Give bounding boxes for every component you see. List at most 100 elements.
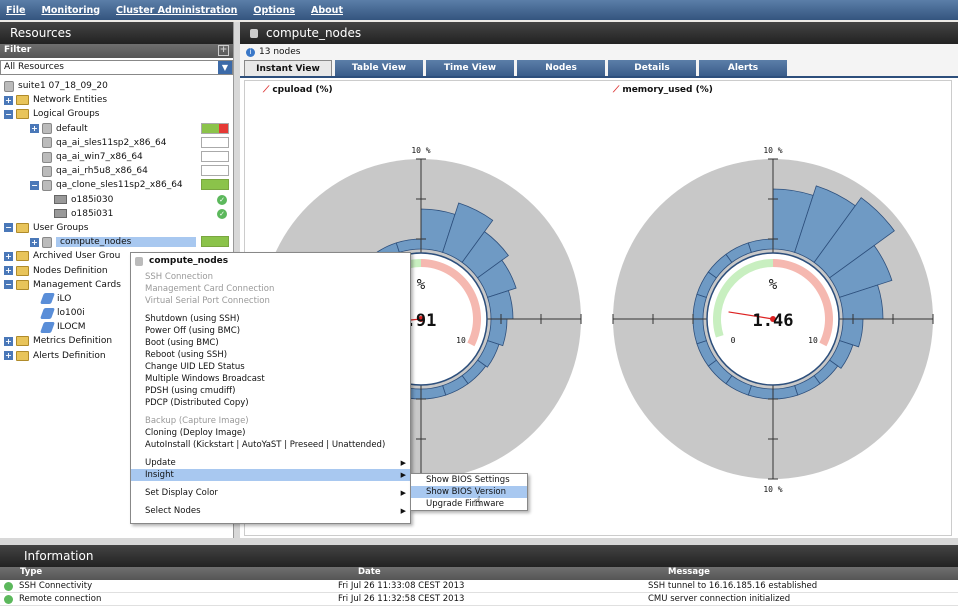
menu-item-upgrade-firmware[interactable]: Upgrade Firmware xyxy=(411,498,527,510)
expand-icon[interactable]: + xyxy=(30,124,39,134)
group-icon xyxy=(42,151,52,163)
tree-item-group[interactable]: qa_ai_win7_x86_64 xyxy=(0,150,233,164)
status-bar xyxy=(201,136,229,148)
folder-icon xyxy=(16,109,29,120)
tab-table-view[interactable]: Table View xyxy=(335,60,423,76)
menu-item-insight[interactable]: Insight ▶ xyxy=(131,469,410,481)
expand-icon[interactable]: + xyxy=(4,95,13,105)
tab-time-view[interactable]: Time View xyxy=(426,60,514,76)
menu-item-power-off[interactable]: Power Off (using BMC) xyxy=(131,325,410,337)
collapse-icon[interactable]: − xyxy=(4,280,13,290)
context-menu-header: compute_nodes xyxy=(131,253,410,271)
folder-icon xyxy=(16,265,29,276)
menu-item-backup: Backup (Capture Image) xyxy=(145,416,249,426)
tree-item-suite[interactable]: suite1 07_18_09_20 xyxy=(0,79,233,93)
tree-item-default[interactable]: + default xyxy=(0,122,233,136)
main-title: compute_nodes xyxy=(266,26,362,40)
column-type[interactable]: Type xyxy=(0,567,338,580)
menu-monitoring[interactable]: Monitoring xyxy=(41,5,100,16)
menu-item-cloning[interactable]: Cloning (Deploy Image) xyxy=(131,427,410,439)
group-icon xyxy=(42,236,52,248)
tab-instant-view[interactable]: Instant View xyxy=(244,60,332,76)
tree-item-group[interactable]: qa_ai_sles11sp2_x86_64 xyxy=(0,136,233,150)
group-icon xyxy=(42,123,52,135)
menu-item-pdcp[interactable]: PDCP (Distributed Copy) xyxy=(131,397,410,409)
menu-item-show-bios-version[interactable]: Show BIOS Version xyxy=(411,486,527,498)
menu-item-ssh-connection: SSH Connection xyxy=(145,272,213,282)
tree-item-compute-nodes[interactable]: + compute_nodes xyxy=(0,235,233,249)
column-date[interactable]: Date xyxy=(338,567,648,580)
group-icon xyxy=(135,256,143,266)
menu-item-virtual-serial-port: Virtual Serial Port Connection xyxy=(145,296,270,306)
menu-bar: File Monitoring Cluster Administration O… xyxy=(0,0,958,20)
menu-item-uid-led[interactable]: Change UID LED Status xyxy=(131,361,410,373)
collapse-icon[interactable]: − xyxy=(4,109,13,119)
tab-details[interactable]: Details xyxy=(608,60,696,76)
menu-item-boot[interactable]: Boot (using BMC) xyxy=(131,337,410,349)
node-count: 13 nodes xyxy=(259,47,301,57)
tree-item-user-groups[interactable]: − User Groups xyxy=(0,221,233,235)
tree-item-group[interactable]: qa_ai_rh5u8_x86_64 xyxy=(0,164,233,178)
information-panel: Information Type Date Message SSH Connec… xyxy=(0,545,958,613)
tree-item-network-entities[interactable]: + Network Entities xyxy=(0,93,233,107)
check-icon: ✓ xyxy=(217,208,227,219)
table-row[interactable]: Remote connection Fri Jul 26 11:32:58 CE… xyxy=(0,593,958,606)
check-icon xyxy=(4,581,13,591)
insight-submenu: Show BIOS Settings Show BIOS Version Upg… xyxy=(410,473,528,511)
bottom-splitter[interactable] xyxy=(0,538,958,545)
menu-file[interactable]: File xyxy=(6,5,25,16)
menu-item-select-nodes[interactable]: Select Nodes ▶ xyxy=(131,505,410,517)
card-icon xyxy=(39,307,56,319)
expand-icon[interactable]: + xyxy=(4,251,13,261)
status-bar xyxy=(201,236,229,248)
gauge-top-tick: 10 % xyxy=(763,146,782,155)
gauge-unit: % xyxy=(417,277,426,293)
table-row[interactable]: SSH Connectivity Fri Jul 26 11:33:08 CES… xyxy=(0,580,958,593)
folder-icon xyxy=(16,95,29,106)
tree-item-node[interactable]: o185i030 ✓ xyxy=(0,193,233,207)
information-title: Information xyxy=(0,545,958,567)
expand-filter-icon[interactable]: + xyxy=(218,45,229,56)
cluster-icon xyxy=(4,80,14,92)
node-count-bar: i 13 nodes xyxy=(240,44,958,60)
menu-item-autoinstall[interactable]: AutoInstall (Kickstart | AutoYaST | Pres… xyxy=(131,439,410,451)
menu-item-update[interactable]: Update ▶ xyxy=(131,457,410,469)
expand-icon[interactable]: + xyxy=(4,266,13,276)
chevron-down-icon[interactable]: ▼ xyxy=(218,61,232,74)
menu-item-broadcast[interactable]: Multiple Windows Broadcast xyxy=(131,373,410,385)
tree-item-node[interactable]: o185i031 ✓ xyxy=(0,207,233,221)
gauge-top-tick: 10 % xyxy=(411,146,430,155)
collapse-icon[interactable]: − xyxy=(30,180,39,190)
menu-options[interactable]: Options xyxy=(253,5,295,16)
status-bar xyxy=(201,150,229,162)
tab-nodes[interactable]: Nodes xyxy=(517,60,605,76)
check-icon: ✓ xyxy=(217,194,227,205)
info-icon: i xyxy=(246,47,255,57)
info-table-header: Type Date Message xyxy=(0,567,958,580)
menu-item-shutdown[interactable]: Shutdown (using SSH) xyxy=(131,313,410,325)
gauge-value: 1.46 xyxy=(753,311,794,331)
tab-alerts[interactable]: Alerts xyxy=(699,60,787,76)
collapse-icon[interactable]: − xyxy=(4,223,13,233)
menu-cluster-administration[interactable]: Cluster Administration xyxy=(116,5,237,16)
tree-item-group[interactable]: − qa_clone_sles11sp2_x86_64 xyxy=(0,178,233,192)
menu-item-pdsh[interactable]: PDSH (using cmudiff) xyxy=(131,385,410,397)
chevron-right-icon: ▶ xyxy=(400,489,406,497)
resource-select-value: All Resources xyxy=(4,62,64,72)
expand-icon[interactable]: + xyxy=(30,237,39,247)
group-icon xyxy=(42,179,52,191)
menu-item-set-display-color[interactable]: Set Display Color ▶ xyxy=(131,487,410,499)
gauge-min-label: 0 xyxy=(731,336,736,345)
column-message[interactable]: Message xyxy=(648,567,710,580)
menu-item-show-bios-settings[interactable]: Show BIOS Settings xyxy=(411,474,527,486)
menu-item-reboot[interactable]: Reboot (using SSH) xyxy=(131,349,410,361)
menu-about[interactable]: About xyxy=(311,5,343,16)
filter-bar: Filter + xyxy=(0,44,233,58)
folder-icon xyxy=(16,251,29,262)
tree-item-logical-groups[interactable]: − Logical Groups xyxy=(0,107,233,121)
chevron-right-icon: ▶ xyxy=(400,471,406,479)
folder-icon xyxy=(16,279,29,290)
resource-select[interactable]: All Resources ▼ xyxy=(0,60,233,75)
expand-icon[interactable]: + xyxy=(4,351,13,361)
expand-icon[interactable]: + xyxy=(4,336,13,346)
